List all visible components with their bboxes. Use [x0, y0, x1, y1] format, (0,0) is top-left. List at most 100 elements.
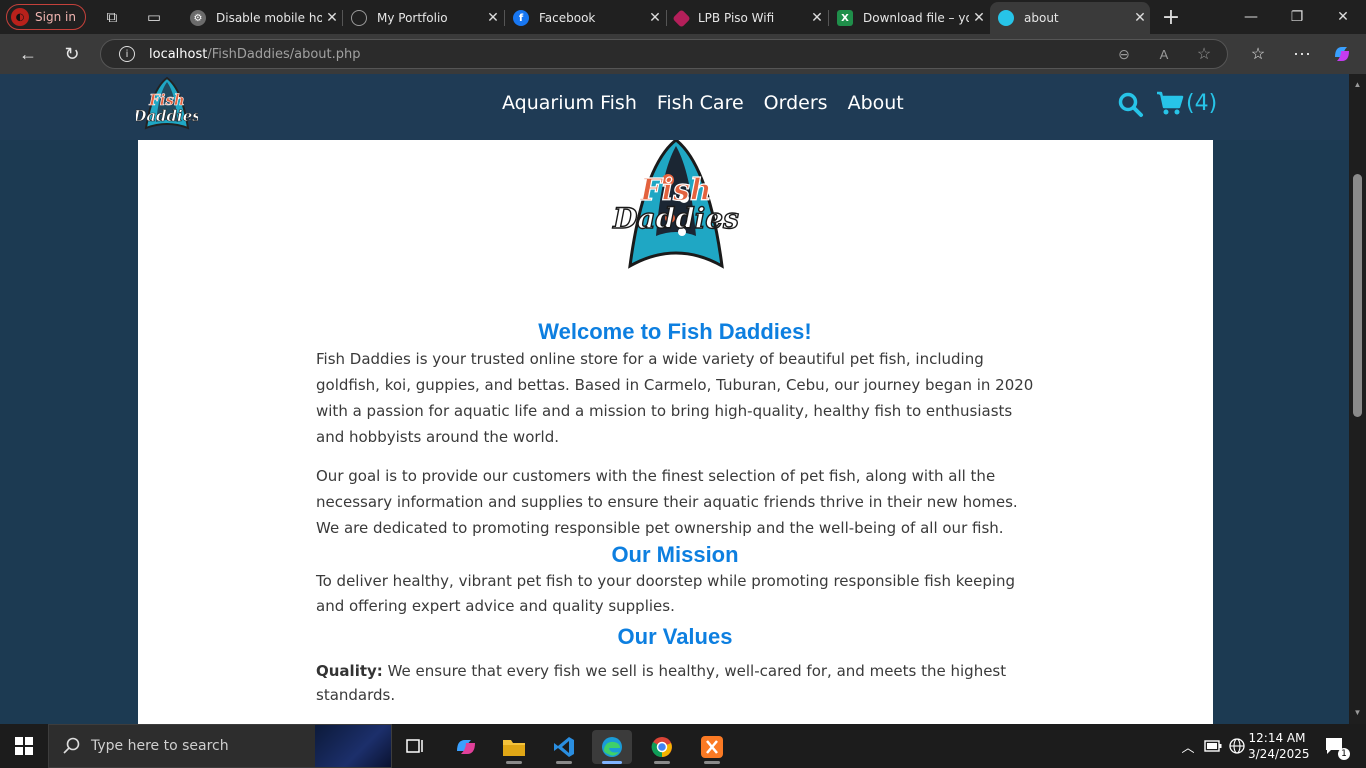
profile-avatar-icon: ◐	[11, 8, 29, 26]
clock-time: 12:14 AM	[1248, 731, 1306, 745]
address-bar[interactable]: i localhost/FishDaddies/about.php	[100, 39, 1228, 69]
site-logo[interactable]: Fish Daddies	[132, 76, 202, 136]
clock-date: 3/24/2025	[1248, 747, 1310, 761]
minimize-icon[interactable]: —	[1228, 0, 1274, 34]
favorite-star-icon[interactable]: ☆	[1192, 42, 1216, 66]
logo-text-daddies: Daddies	[136, 107, 198, 125]
excel-x-icon: X	[837, 10, 853, 26]
task-view-icon[interactable]	[396, 730, 436, 764]
browser-toolbar: ← ↻ i localhost/FishDaddies/about.php ⊖ …	[0, 34, 1366, 74]
facebook-icon: f	[513, 10, 529, 26]
value-label: Quality:	[316, 662, 383, 680]
close-tab-icon[interactable]: ✕	[807, 10, 827, 26]
taskbar-search-placeholder: Type here to search	[91, 738, 229, 754]
close-tab-icon[interactable]: ✕	[322, 10, 342, 26]
value-text: We ensure that every fish we sell is hea…	[316, 662, 1007, 704]
close-tab-icon[interactable]: ✕	[969, 10, 989, 26]
back-arrow-icon[interactable]: ←	[16, 42, 40, 66]
zoom-out-icon[interactable]: ⊖	[1112, 42, 1136, 66]
fish-daddies-favicon	[998, 10, 1014, 26]
page-scrollbar[interactable]: ▲ ▼	[1349, 74, 1366, 724]
intro-paragraph-1: Fish Daddies is your trusted online stor…	[316, 350, 1034, 446]
mission-heading: Our Mission	[611, 542, 739, 567]
tab-facebook[interactable]: f Facebook ✕	[505, 4, 665, 32]
about-logo: Fish Daddies	[608, 138, 744, 270]
close-tab-icon[interactable]: ✕	[483, 10, 503, 26]
value-quality: Quality: We ensure that every fish we se…	[316, 659, 1034, 707]
cart-button[interactable]: (4)	[1156, 90, 1217, 116]
show-hidden-icons-chevron-icon[interactable]: ︿	[1178, 724, 1198, 768]
tab-lpb-piso-wifi[interactable]: LPB Piso Wifi ✕	[667, 4, 827, 32]
scrollbar-thumb[interactable]	[1353, 174, 1362, 417]
about-content: Fish Daddies Welcome to Fish Daddies! Fi…	[138, 138, 1213, 724]
tab-title: Facebook	[539, 11, 596, 25]
scroll-up-icon[interactable]: ▲	[1349, 78, 1366, 92]
nav-aquarium-fish[interactable]: Aquarium Fish	[502, 92, 637, 114]
file-explorer-icon[interactable]	[494, 730, 534, 764]
edge-browser-icon[interactable]	[592, 730, 632, 764]
network-globe-icon[interactable]	[1226, 724, 1248, 768]
xampp-icon[interactable]	[692, 730, 732, 764]
running-indicator	[654, 761, 670, 764]
url-path: /FishDaddies/about.php	[207, 46, 361, 62]
cart-icon	[1157, 91, 1184, 115]
tab-title: Download file – yo	[863, 11, 969, 25]
running-indicator	[506, 761, 522, 764]
tab-download-file[interactable]: X Download file – yo ✕	[829, 4, 989, 32]
tab-title: about	[1024, 11, 1059, 25]
tab-my-portfolio[interactable]: My Portfolio ✕	[343, 4, 503, 32]
gear-circle-icon: ⚙	[190, 10, 206, 26]
tab-actions-icon[interactable]: ▭	[144, 7, 164, 27]
url-host: localhost	[149, 46, 208, 62]
close-tab-icon[interactable]: ✕	[1130, 10, 1150, 26]
running-indicator	[704, 761, 720, 764]
lpb-logo-icon	[672, 8, 691, 28]
mission-text: To deliver healthy, vibrant pet fish to …	[316, 572, 1016, 615]
workspaces-icon[interactable]: ⧉	[102, 7, 122, 27]
copilot-taskbar-icon[interactable]	[446, 730, 486, 764]
nav-about[interactable]: About	[848, 92, 904, 114]
cart-count: (4)	[1186, 90, 1218, 116]
profile-signin-button[interactable]: ◐ Sign in	[6, 4, 86, 30]
signin-label: Sign in	[35, 10, 76, 24]
nav-orders[interactable]: Orders	[764, 92, 828, 114]
favorites-list-icon[interactable]: ☆	[1246, 42, 1270, 66]
site-header: Fish Daddies Aquarium Fish Fish Care Ord…	[0, 74, 1349, 140]
intro-paragraph-2: Our goal is to provide our customers wit…	[316, 467, 1018, 537]
active-indicator	[602, 761, 622, 764]
site-info-icon[interactable]: i	[119, 46, 135, 62]
running-indicator	[556, 761, 572, 764]
browser-tab-strip: ◐ Sign in ⧉ ▭ ⚙ Disable mobile hor ✕ My …	[0, 0, 1366, 34]
logo-text-daddies: Daddies	[612, 202, 739, 235]
taskbar-clock[interactable]: 12:14 AM 3/24/2025	[1248, 730, 1310, 762]
copilot-icon[interactable]	[1330, 42, 1354, 66]
windows-start-icon[interactable]	[0, 724, 48, 768]
taskbar-search-box[interactable]: Type here to search	[48, 724, 392, 768]
nav-fish-care[interactable]: Fish Care	[657, 92, 744, 114]
tab-title: LPB Piso Wifi	[698, 11, 775, 25]
search-icon	[63, 737, 80, 754]
about-text: Welcome to Fish Daddies! Fish Daddies is…	[316, 318, 1034, 707]
tab-disable-mobile[interactable]: ⚙ Disable mobile hor ✕	[182, 4, 342, 32]
search-highlight-art	[315, 725, 391, 767]
globe-icon	[351, 10, 367, 26]
reload-icon[interactable]: ↻	[60, 42, 84, 66]
more-options-icon[interactable]: ⋯	[1290, 42, 1314, 66]
restore-icon[interactable]: ❐	[1274, 0, 1320, 34]
close-window-icon[interactable]: ✕	[1320, 0, 1366, 34]
battery-icon[interactable]	[1202, 724, 1224, 768]
vscode-icon[interactable]	[544, 730, 584, 764]
scroll-down-icon[interactable]: ▼	[1349, 706, 1366, 720]
new-tab-plus-icon[interactable]: +	[1161, 5, 1181, 30]
read-aloud-icon[interactable]: A	[1152, 42, 1176, 66]
tab-title: Disable mobile hor	[216, 11, 322, 25]
search-icon[interactable]	[1118, 92, 1144, 118]
tab-about[interactable]: about ✕	[990, 2, 1150, 34]
notification-center-icon[interactable]: 1	[1320, 724, 1350, 768]
notification-count-badge: 1	[1338, 748, 1350, 760]
tab-title: My Portfolio	[377, 11, 448, 25]
page-viewport: Fish Daddies Aquarium Fish Fish Care Ord…	[0, 74, 1366, 724]
close-tab-icon[interactable]: ✕	[645, 10, 665, 26]
main-nav: Aquarium Fish Fish Care Orders About	[502, 92, 904, 114]
chrome-icon[interactable]	[642, 730, 682, 764]
